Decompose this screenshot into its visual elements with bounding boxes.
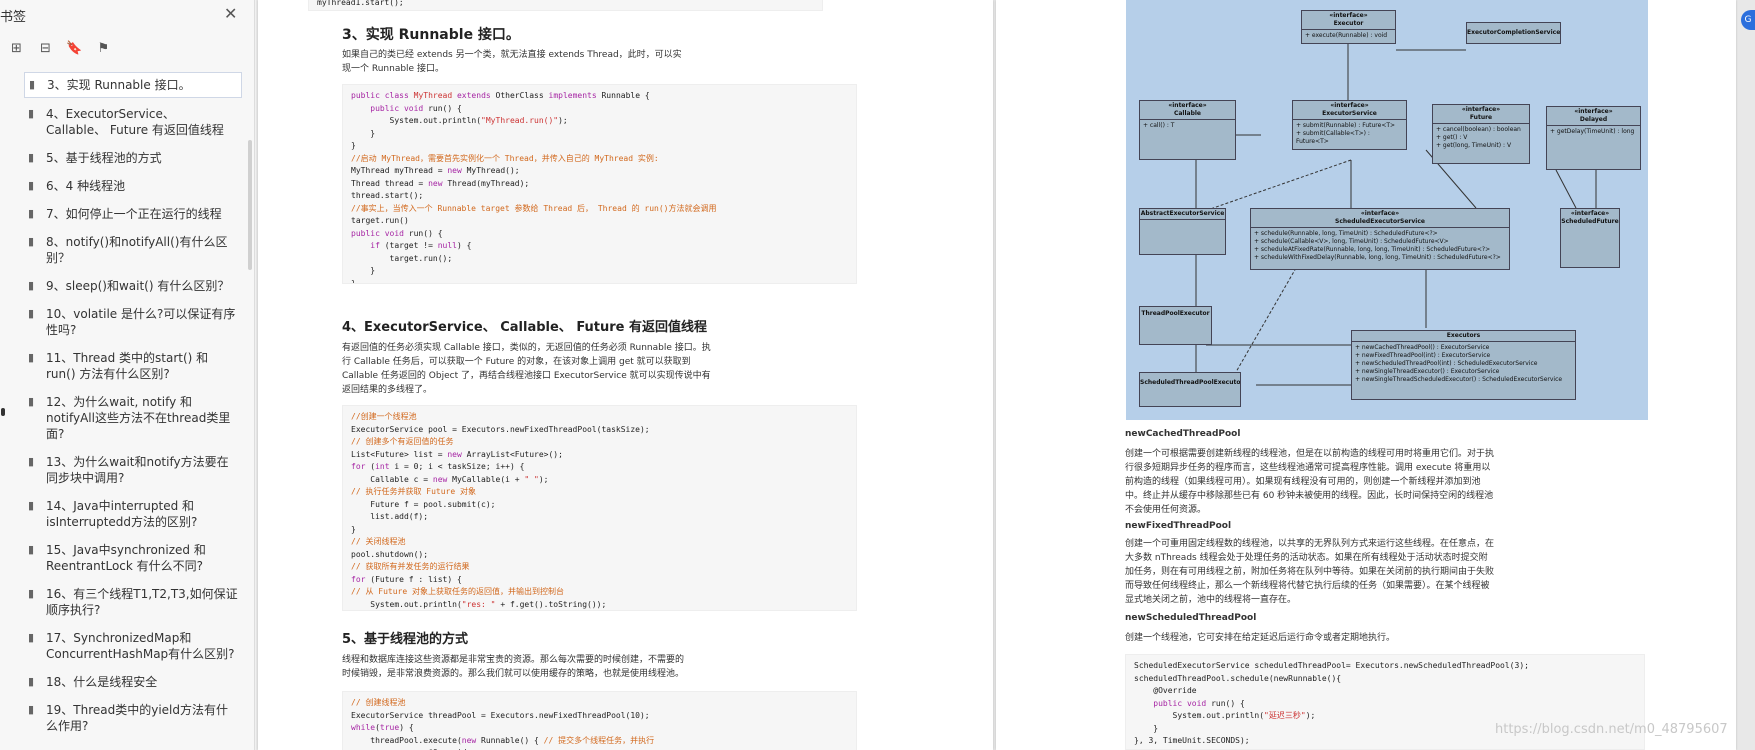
paragraph-5: 线程和数据库连接这些资源都是非常宝贵的资源。那么每次需要的时候创建，不需要的时候… [342, 655, 685, 679]
bookmark-icon: ▮ [28, 179, 35, 192]
bookmark-icon: ▮ [28, 703, 35, 716]
bookmark-label: 18、什么是线程安全 [46, 675, 158, 689]
bookmark-icon: ▮ [29, 78, 36, 91]
bookmark-item[interactable]: ▮ 18、什么是线程安全 [24, 670, 242, 694]
bookmark-label: 5、基于线程池的方式 [46, 151, 162, 165]
bookmark-icon: ▮ [28, 631, 35, 644]
bookmark-label: 3、实现 Runnable 接口。 [47, 78, 191, 92]
uml-thread-pool-executor: ThreadPoolExecutor [1139, 306, 1212, 345]
bookmark-label: 7、如何停止一个正在运行的线程 [46, 207, 222, 221]
uml-future: «interface» Future + cancel(boolean) : bo… [1432, 104, 1530, 164]
heading-scheduled: newScheduledThreadPool [1125, 613, 1257, 623]
bookmark-label: 19、Thread类中的yield方法有什么作用? [46, 703, 228, 733]
bookmark-item[interactable]: ▮ 8、notify()和notifyAll()有什么区别？ [24, 230, 242, 270]
expand-all-icon[interactable]: ⊞ [8, 40, 25, 57]
bookmark-icon: ▮ [28, 455, 35, 468]
sidebar-title: 书签 [0, 10, 27, 25]
bookmark-item[interactable]: ▮ 4、ExecutorService、 Callable、 Future 有返回… [24, 102, 242, 142]
bookmark-icon: ▮ [28, 499, 35, 512]
bookmark-item[interactable]: ▮ 5、基于线程池的方式 [24, 146, 242, 170]
bookmark-item[interactable]: ▮ 12、为什么wait, notify 和 notifyAll这些方法不在thr… [24, 390, 242, 446]
heading-3: 3、实现 Runnable 接口。 [342, 27, 520, 43]
bookmark-label: 11、Thread 类中的start() 和 run() 方法有什么区别? [46, 351, 209, 381]
bookmark-item[interactable]: ▮ 13、为什么wait和notify方法要在同步块中调用? [24, 450, 242, 490]
bookmark-label: 8、notify()和notifyAll()有什么区别？ [46, 235, 228, 265]
heading-cached: newCachedThreadPool [1125, 429, 1241, 439]
bookmark-icon: ▮ [28, 279, 35, 292]
bookmark-label: 12、为什么wait, notify 和 notifyAll这些方法不在thre… [46, 395, 231, 441]
watermark: https://blog.csdn.net/m0_48795607 [1495, 722, 1728, 737]
bookmark-item[interactable]: ▮ 14、Java中interrupted 和 isInterruptedd方法的… [24, 494, 242, 534]
uml-diagram: «interface» Executor + execute(Runnable) … [1126, 0, 1648, 420]
bookmark-icon: ▮ [28, 107, 35, 120]
sidebar-scrollbar[interactable] [248, 140, 252, 270]
code-block-threadpool: // 创建线程池 ExecutorService threadPool = Ex… [342, 691, 857, 750]
bookmark-icon: ▮ [28, 395, 35, 408]
add-bookmark-icon[interactable]: 🔖 [66, 40, 83, 57]
bookmark-item[interactable]: ▮ 19、Thread类中的yield方法有什么作用? [24, 698, 242, 738]
bookmark-item[interactable]: ▮ 17、SynchronizedMap和ConcurrentHashMap有什么… [24, 626, 242, 666]
bookmark-icon: ▮ [28, 151, 35, 164]
bookmark-label: 17、SynchronizedMap和ConcurrentHashMap有什么区… [46, 631, 235, 661]
collapse-handle[interactable] [1, 408, 5, 416]
uml-delayed: «interface» Delayed + getDelay(TimeUnit) … [1546, 106, 1641, 170]
bookmark-label: 4、ExecutorService、 Callable、 Future 有返回值… [46, 107, 224, 137]
uml-executor: «interface» Executor + execute(Runnable) … [1301, 10, 1396, 44]
uml-scheduled-thread-pool-executor: ScheduledThreadPoolExecutor [1139, 372, 1241, 407]
collapse-all-icon[interactable]: ⊟ [37, 40, 54, 57]
pdf-page-left: myThread1.start(); 3、实现 Runnable 接口。 如果自… [258, 0, 993, 750]
bookmark-item[interactable]: ▮ 9、sleep()和wait() 有什么区别？ [24, 274, 242, 298]
bookmark-label: 15、Java中synchronized 和 ReentrantLock 有什么… [46, 543, 206, 573]
close-icon[interactable]: ✕ [224, 4, 237, 23]
heading-4: 4、ExecutorService、 Callable、 Future 有返回值… [342, 320, 708, 335]
sidebar-toolbar: ⊞ ⊟ 🔖 ⚑ [8, 40, 112, 57]
heading-fixed: newFixedThreadPool [1125, 521, 1232, 531]
heading-5: 5、基于线程池的方式 [342, 632, 469, 647]
paragraph-scheduled: 创建一个线程池，它可安排在给定延迟后运行命令或者定期地执行。 [1125, 633, 1396, 643]
bookmark-item[interactable]: ▮ 3、实现 Runnable 接口。 [24, 72, 242, 98]
uml-scheduled-executor-service: «interface» ScheduledExecutorService + sc… [1250, 208, 1510, 270]
code-top: myThread1.start(); [308, 0, 823, 11]
bookmark-label: 16、有三个线程T1,T2,T3,如何保证顺序执行? [46, 587, 238, 617]
paragraph-3: 如果自己的类已经 extends 另一个类，就无法直接 extends Thre… [342, 50, 682, 74]
paragraph-fixed: 创建一个可重用固定线程数的线程池，以共享的无界队列方式来运行这些线程。在任意点，… [1125, 539, 1495, 605]
paragraph-cached: 创建一个可根据需要创建新线程的线程池，但是在以前构造的线程可用时将重用它们。对于… [1125, 449, 1495, 515]
code-block-callable: //创建一个线程池 ExecutorService pool = Executo… [342, 405, 857, 611]
bookmark-label: 13、为什么wait和notify方法要在同步块中调用? [46, 455, 229, 485]
bookmark-icon: ▮ [28, 351, 35, 364]
bookmark-label: 9、sleep()和wait() 有什么区别？ [46, 279, 230, 293]
bookmark-item[interactable]: ▮ 11、Thread 类中的start() 和 run() 方法有什么区别? [24, 346, 242, 386]
uml-abstract-executor-service: AbstractExecutorService [1139, 208, 1226, 255]
bookmark-label: 14、Java中interrupted 和 isInterruptedd方法的区… [46, 499, 198, 529]
paragraph-4: 有返回值的任务必须实现 Callable 接口，类似的，无返回值的任务必须 Ru… [342, 343, 711, 395]
bookmark-icon: ▮ [28, 675, 35, 688]
bookmark-icon: ▮ [28, 587, 35, 600]
uml-executors: Executors + newCachedThreadPool() : Execu… [1351, 330, 1576, 400]
uml-scheduled-future: «interface» ScheduledFuture [1560, 208, 1620, 268]
code-block-runnable: public class MyThread extends OtherClass… [342, 84, 857, 284]
uml-executor-completion-service: ExecutorCompletionService [1466, 22, 1561, 44]
assistant-float-icon[interactable]: G [1741, 10, 1755, 30]
bookmark-icon: ▮ [28, 543, 35, 556]
bookmark-item[interactable]: ▮ 16、有三个线程T1,T2,T3,如何保证顺序执行? [24, 582, 242, 622]
bookmark-list: ▮ 3、实现 Runnable 接口。 ▮ 4、ExecutorService、 Ca… [24, 72, 242, 742]
bookmark-item[interactable]: ▮ 6、4 种线程池 [24, 174, 242, 198]
bookmark-icon: ▮ [28, 207, 35, 220]
bookmark-item[interactable]: ▮ 7、如何停止一个正在运行的线程 [24, 202, 242, 226]
uml-executor-service: «interface» ExecutorService + submit(Runn… [1292, 100, 1407, 150]
bookmark-label: 6、4 种线程池 [46, 179, 126, 193]
uml-callable: «interface» Callable + call() : T [1139, 100, 1236, 160]
bookmark-item[interactable]: ▮ 10、volatile 是什么?可以保证有序性吗? [24, 302, 242, 342]
bookmark-icon: ▮ [28, 235, 35, 248]
bookmark-item[interactable]: ▮ 15、Java中synchronized 和 ReentrantLock 有什… [24, 538, 242, 578]
bookmark-icon: ▮ [28, 307, 35, 320]
bookmark-sidebar: 书签 ✕ ⊞ ⊟ 🔖 ⚑ ▮ 3、实现 Runnable 接口。 ▮ 4、Execut… [0, 0, 255, 750]
bookmark-label: 10、volatile 是什么?可以保证有序性吗? [46, 307, 236, 337]
bookmark-icon[interactable]: ⚑ [95, 40, 112, 57]
